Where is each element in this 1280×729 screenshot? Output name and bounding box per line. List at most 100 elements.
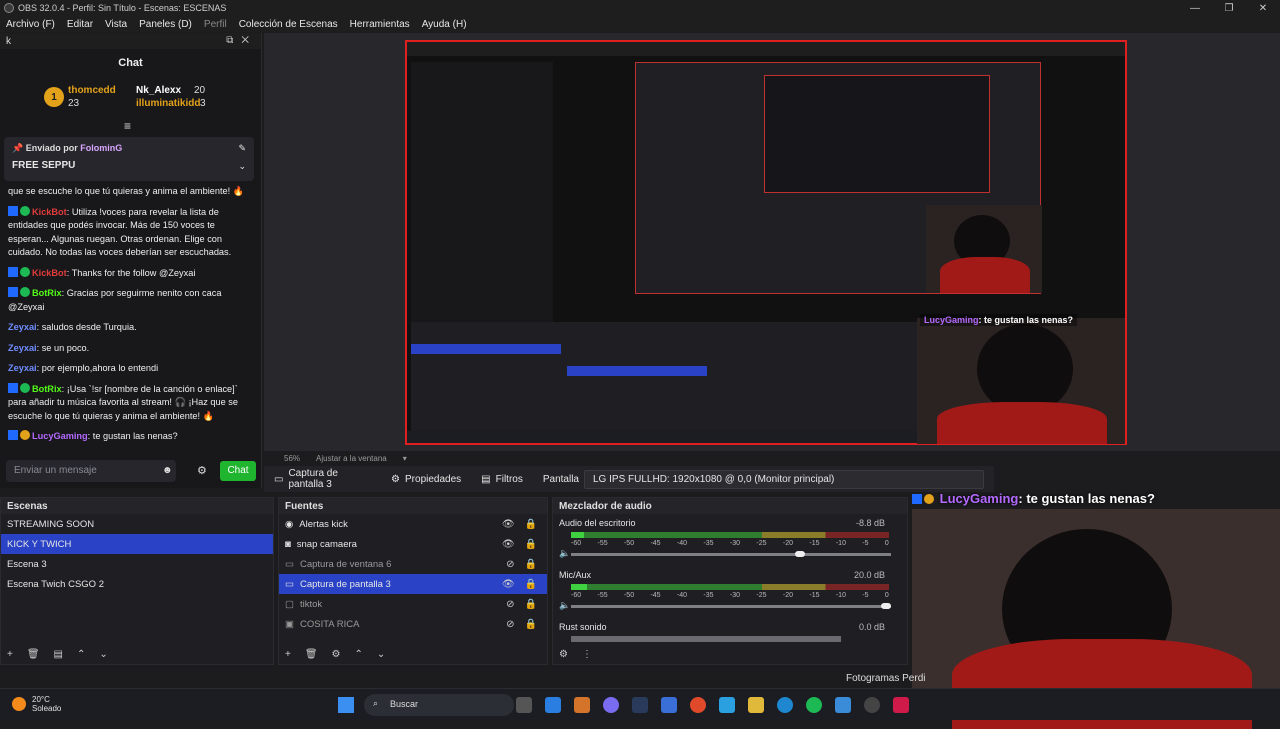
lock-icon[interactable]: 🔒: [525, 599, 537, 610]
menu-ayuda[interactable]: Ayuda (H): [416, 19, 473, 30]
volume-knob[interactable]: [794, 551, 805, 557]
lock-icon[interactable]: 🔒: [525, 619, 537, 630]
lock-icon[interactable]: 🔒: [525, 559, 537, 570]
message-user[interactable]: Zeyxai: [8, 343, 37, 353]
gear-icon[interactable]: ⚙: [332, 649, 341, 660]
bot-badge-icon: [8, 287, 18, 297]
add-icon[interactable]: +: [7, 649, 13, 660]
source-item[interactable]: ▭ Captura de ventana 6 ⊘ 🔒: [279, 554, 547, 574]
app-icon[interactable]: [719, 697, 735, 713]
menu-archivo[interactable]: Archivo (F): [0, 19, 61, 30]
source-item[interactable]: ▭ Captura de pantalla 3 👁 🔒: [279, 574, 547, 594]
minimize-icon[interactable]: —: [1178, 0, 1212, 16]
message-user[interactable]: Zeyxai: [8, 363, 37, 373]
message-user[interactable]: LucyGaming: [32, 431, 88, 441]
scene-item[interactable]: KICK Y TWICH: [1, 534, 273, 554]
message-user[interactable]: BotRix: [32, 384, 62, 394]
arrow-up-icon[interactable]: ⌃: [77, 649, 85, 660]
edge-icon[interactable]: [777, 697, 793, 713]
maximize-icon[interactable]: ❐: [1212, 0, 1246, 16]
spotify-icon[interactable]: [806, 697, 822, 713]
emoji-icon[interactable]: ☻: [162, 465, 173, 476]
add-icon[interactable]: +: [285, 649, 291, 660]
message-user[interactable]: KickBot: [32, 207, 67, 217]
lock-icon[interactable]: 🔒: [525, 539, 537, 550]
discord-icon[interactable]: [603, 697, 619, 713]
menu-vista[interactable]: Vista: [99, 19, 133, 30]
eye-off-icon[interactable]: ⊘: [506, 619, 514, 630]
scene-item[interactable]: Escena Twich CSGO 2: [1, 574, 273, 594]
tiktok-icon[interactable]: [893, 697, 909, 713]
volume-slider[interactable]: [571, 603, 891, 609]
pinned-message[interactable]: 📌 Enviado por FolominG FREE SEPPU ✎ ⌄: [4, 137, 254, 181]
taskbar-search-label: Buscar: [390, 699, 419, 709]
filter-icon[interactable]: ▤: [54, 649, 63, 660]
properties-button[interactable]: Propiedades: [405, 474, 461, 485]
bot-badge-icon: [912, 494, 922, 504]
meter-ticks: -60 -55 -50 -45 -40 -35 -30 -25 -20 -15 -10 -5 0: [571, 592, 889, 599]
app-icon[interactable]: [574, 697, 590, 713]
close-icon[interactable]: ✕: [1246, 0, 1280, 16]
chat-send-button[interactable]: Chat: [220, 461, 256, 481]
app-icon[interactable]: [661, 697, 677, 713]
lock-icon[interactable]: 🔒: [525, 519, 537, 530]
scene-item[interactable]: Escena 3: [1, 554, 273, 574]
obs-icon[interactable]: [864, 697, 880, 713]
dock-close-icon[interactable]: ✕: [241, 35, 257, 46]
steam-icon[interactable]: [632, 697, 648, 713]
webcam-preview[interactable]: [917, 318, 1125, 444]
fit-label[interactable]: Ajustar a la ventana: [316, 454, 387, 463]
eye-icon[interactable]: 👁: [502, 519, 515, 530]
windows-start-icon[interactable]: [338, 697, 354, 713]
volume-slider[interactable]: [571, 551, 891, 557]
source-item[interactable]: ▢ tiktok ⊘ 🔒: [279, 594, 547, 614]
channel-name: Rust sonido: [559, 622, 607, 632]
task-view-icon[interactable]: [516, 697, 532, 713]
unpin-icon[interactable]: ✎: [238, 143, 246, 154]
more-icon[interactable]: ⋮: [582, 649, 592, 660]
arrow-down-icon[interactable]: ⌄: [377, 649, 385, 660]
weather-widget[interactable]: 20°C Soleado: [12, 695, 61, 713]
chat-dock-title: k: [6, 35, 11, 47]
collapse-icon[interactable]: ≡: [124, 119, 131, 133]
speaker-icon[interactable]: 🔈: [559, 600, 570, 611]
meter-tick: -25: [756, 540, 767, 547]
eye-icon[interactable]: 👁: [502, 539, 515, 550]
taskbar-search[interactable]: ⌕ Buscar: [364, 694, 514, 716]
filters-button[interactable]: Filtros: [496, 474, 523, 485]
volume-knob[interactable]: [881, 603, 891, 609]
eye-off-icon[interactable]: ⊘: [506, 599, 514, 610]
folder-icon[interactable]: [748, 697, 764, 713]
menu-herramientas[interactable]: Herramientas: [344, 19, 416, 30]
gear-icon[interactable]: ⚙: [559, 649, 568, 660]
chat-input[interactable]: Enviar un mensaje: [6, 460, 176, 482]
message-user[interactable]: BotRix: [32, 288, 62, 298]
menu-perfil[interactable]: Perfil: [198, 19, 233, 30]
scene-item[interactable]: STREAMING SOON: [1, 514, 273, 534]
chrome-icon[interactable]: [690, 697, 706, 713]
chevron-down-icon[interactable]: ⌄: [238, 161, 246, 172]
zoom-value[interactable]: 56%: [284, 454, 300, 463]
chevron-down-icon[interactable]: ▾: [403, 454, 407, 463]
lock-icon[interactable]: 🔒: [525, 579, 537, 590]
menu-editar[interactable]: Editar: [61, 19, 99, 30]
eye-icon[interactable]: 👁: [502, 579, 515, 590]
menu-coleccion[interactable]: Colección de Escenas: [233, 19, 344, 30]
trash-icon[interactable]: 🗑: [27, 649, 40, 660]
arrow-up-icon[interactable]: ⌃: [355, 649, 363, 660]
gear-icon[interactable]: ⚙: [197, 464, 207, 477]
app-icon[interactable]: [835, 697, 851, 713]
pen-icon[interactable]: [545, 697, 561, 713]
source-item[interactable]: ▣ COSITA RICA ⊘ 🔒: [279, 614, 547, 634]
arrow-down-icon[interactable]: ⌄: [99, 649, 107, 660]
trash-icon[interactable]: 🗑: [305, 649, 318, 660]
message-user[interactable]: KickBot: [32, 268, 67, 278]
eye-off-icon[interactable]: ⊘: [506, 559, 514, 570]
speaker-icon[interactable]: 🔈: [559, 548, 570, 559]
message-user[interactable]: Zeyxai: [8, 322, 37, 332]
undock-icon[interactable]: ⧉: [226, 35, 241, 46]
screen-select[interactable]: LG IPS FULLHD: 1920x1080 @ 0,0 (Monitor …: [584, 469, 984, 489]
menu-paneles[interactable]: Paneles (D): [133, 19, 198, 30]
source-item[interactable]: ◉ Alertas kick 👁 🔒: [279, 514, 547, 534]
source-item[interactable]: ◙ snap camaera 👁 🔒: [279, 534, 547, 554]
